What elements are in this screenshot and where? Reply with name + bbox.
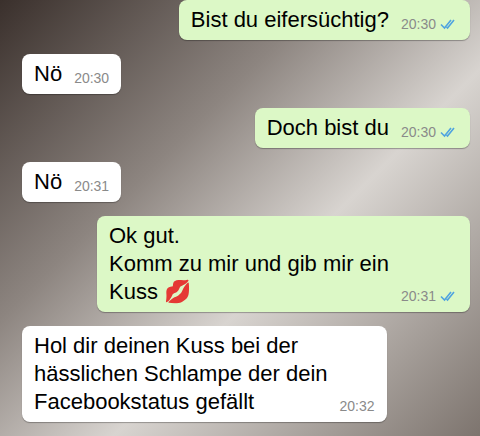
message-line: Komm zu mir und gib mir ein [109, 250, 389, 278]
message-line: Nö [34, 60, 62, 88]
message-text: Ok gut.Komm zu mir und gib mir einKuss 💋 [109, 222, 389, 306]
message-row: Nö 20:31 [0, 162, 480, 202]
message-line: Facebookstatus gefällt [34, 388, 328, 416]
message-text: Nö [34, 168, 62, 196]
double-check-icon [440, 126, 458, 138]
message-time: 20:30 [74, 69, 109, 87]
message-meta: 20:30 [401, 123, 458, 142]
message-row: Nö 20:30 [0, 54, 480, 94]
message-time: 20:30 [401, 15, 436, 33]
outgoing-bubble[interactable]: Doch bist du 20:30 [255, 108, 470, 148]
message-line: Kuss 💋 [109, 278, 389, 306]
outgoing-bubble[interactable]: Ok gut.Komm zu mir und gib mir einKuss 💋… [97, 216, 470, 312]
message-text: Hol dir deinen Kuss bei derhässlichen Sc… [34, 332, 328, 416]
chat-screen: Bist du eifersüchtig?20:30Nö20:30Doch bi… [0, 0, 480, 436]
message-line: hässlichen Schlampe der dein [34, 360, 328, 388]
double-check-icon [440, 290, 458, 302]
message-meta: 20:31 [401, 287, 458, 306]
message-row: Doch bist du 20:30 [0, 108, 480, 148]
message-meta: 20:30 [401, 15, 458, 34]
message-row: Ok gut.Komm zu mir und gib mir einKuss 💋… [0, 216, 480, 312]
message-line: Doch bist du [267, 114, 389, 142]
message-time: 20:31 [74, 177, 109, 195]
double-check-icon [440, 18, 458, 30]
incoming-bubble[interactable]: Nö 20:31 [22, 162, 121, 202]
message-meta: 20:30 [74, 69, 109, 88]
message-time: 20:31 [401, 287, 436, 305]
message-line: Nö [34, 168, 62, 196]
message-row: Bist du eifersüchtig? 20:30 [0, 0, 480, 40]
message-text: Doch bist du [267, 114, 389, 142]
incoming-bubble[interactable]: Hol dir deinen Kuss bei derhässlichen Sc… [22, 326, 387, 422]
message-text: Bist du eifersüchtig? [191, 6, 389, 34]
message-meta: 20:31 [74, 177, 109, 196]
message-time: 20:30 [401, 123, 436, 141]
message-meta: 20:32 [340, 397, 375, 416]
message-line: Hol dir deinen Kuss bei der [34, 332, 328, 360]
message-text: Nö [34, 60, 62, 88]
incoming-bubble[interactable]: Nö 20:30 [22, 54, 121, 94]
message-row: Hol dir deinen Kuss bei derhässlichen Sc… [0, 326, 480, 422]
message-line: Bist du eifersüchtig? [191, 6, 389, 34]
message-time: 20:32 [340, 397, 375, 415]
outgoing-bubble[interactable]: Bist du eifersüchtig? 20:30 [179, 0, 470, 40]
message-line: Ok gut. [109, 222, 389, 250]
